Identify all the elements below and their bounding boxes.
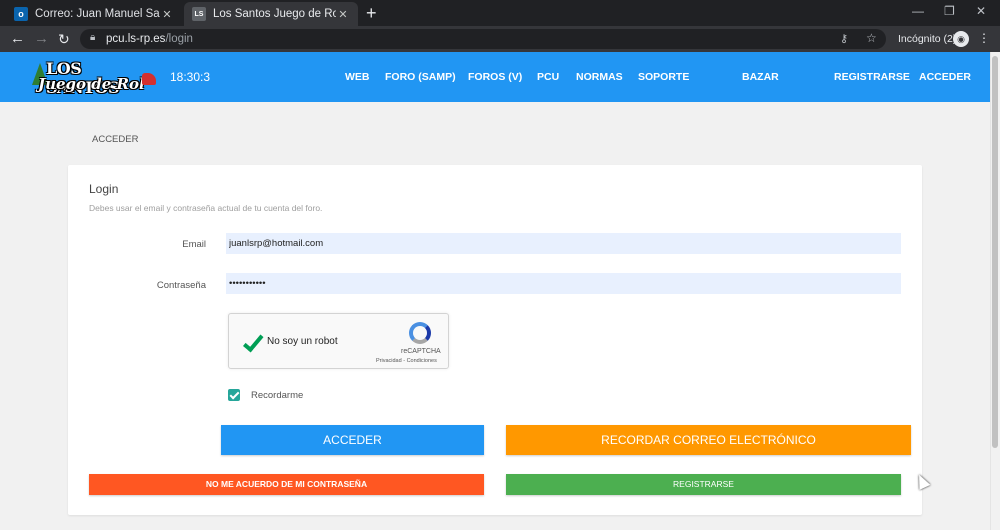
- site-logo[interactable]: LOS SANTOS Juego de Rol: [30, 59, 158, 97]
- nav-normas[interactable]: NORMAS: [576, 71, 623, 83]
- recaptcha-label: No soy un robot: [267, 336, 338, 347]
- password-field[interactable]: [226, 273, 901, 294]
- login-card: [68, 165, 922, 515]
- recaptcha-widget[interactable]: No soy un robot reCAPTCHA Privacidad - C…: [228, 313, 449, 369]
- clock: 18:30:3: [170, 70, 211, 84]
- minimize-icon[interactable]: —: [912, 4, 924, 18]
- back-icon[interactable]: ←: [10, 30, 25, 48]
- remember-checkbox[interactable]: [228, 389, 240, 401]
- close-icon[interactable]: ✕: [336, 8, 350, 21]
- menu-icon[interactable]: ⋮: [978, 31, 990, 45]
- url-path: /login: [165, 33, 193, 45]
- breadcrumb: ACCEDER: [92, 134, 139, 145]
- nav-foro-samp[interactable]: FORO (SAMP): [385, 71, 456, 83]
- incognito-label[interactable]: Incógnito (2): [898, 33, 956, 45]
- incognito-icon[interactable]: ◉: [953, 31, 969, 47]
- tab-correo[interactable]: o Correo: Juan Manuel Santiago Ro ✕: [6, 2, 182, 26]
- key-icon[interactable]: ⚷: [840, 32, 848, 45]
- login-title: Login: [89, 182, 119, 196]
- checkmark-icon[interactable]: [243, 330, 264, 353]
- password-label: Contraseña: [156, 280, 206, 291]
- new-tab-icon[interactable]: +: [366, 4, 377, 22]
- url-host: pcu.ls-rp.es: [106, 33, 166, 45]
- recaptcha-brand: reCAPTCHA: [401, 348, 441, 355]
- restore-icon[interactable]: ❐: [944, 4, 955, 18]
- scrollbar-thumb[interactable]: [992, 56, 998, 448]
- forward-icon[interactable]: →: [34, 30, 49, 48]
- lock-icon: 🔒︎: [90, 32, 96, 43]
- register-button[interactable]: REGISTRARSE: [506, 474, 901, 495]
- close-icon[interactable]: ✕: [160, 8, 174, 21]
- recaptcha-logo-icon: [409, 322, 431, 344]
- santa-hat-icon: [142, 73, 156, 85]
- logo-line2: Juego de Rol: [38, 75, 145, 93]
- site-favicon-icon: LS: [192, 7, 206, 21]
- forgot-password-button[interactable]: NO ME ACUERDO DE MI CONTRASEÑA: [89, 474, 484, 495]
- close-window-icon[interactable]: ✕: [976, 4, 986, 18]
- reload-icon[interactable]: ↻: [58, 30, 70, 48]
- acceder-button[interactable]: ACCEDER: [221, 425, 484, 455]
- nav-soporte[interactable]: SOPORTE: [638, 71, 689, 83]
- nav-bazar[interactable]: BAZAR: [742, 71, 779, 83]
- nav-acceder[interactable]: ACCEDER: [919, 71, 971, 83]
- nav-pcu[interactable]: PCU: [537, 71, 559, 83]
- recaptcha-links[interactable]: Privacidad - Condiciones: [376, 358, 437, 364]
- nav-registrarse[interactable]: REGISTRARSE: [834, 71, 910, 83]
- browser-tab-bar: o Correo: Juan Manuel Santiago Ro ✕ LS L…: [0, 0, 1000, 26]
- site-header: LOS SANTOS Juego de Rol 18:30:3 WEB FORO…: [0, 52, 990, 102]
- tab-title: Correo: Juan Manuel Santiago Ro: [35, 8, 160, 20]
- address-bar[interactable]: 🔒︎ pcu.ls-rp.es/login ⚷ ☆: [80, 29, 886, 49]
- nav-foros-v[interactable]: FOROS (V): [468, 71, 522, 83]
- nav-web[interactable]: WEB: [345, 71, 370, 83]
- email-label: Email: [182, 239, 206, 250]
- star-icon[interactable]: ☆: [866, 31, 877, 45]
- login-subtitle: Debes usar el email y contraseña actual …: [89, 203, 323, 213]
- browser-toolbar: ← → ↻ 🔒︎ pcu.ls-rp.es/login ⚷ ☆ Incógnit…: [0, 26, 1000, 52]
- remember-label[interactable]: Recordarme: [251, 390, 303, 401]
- tab-title: Los Santos Juego de Rol: [213, 8, 336, 20]
- email-field[interactable]: [226, 233, 901, 254]
- outlook-icon: o: [14, 7, 28, 21]
- tab-los-santos[interactable]: LS Los Santos Juego de Rol ✕: [184, 2, 358, 26]
- recordar-correo-button[interactable]: RECORDAR CORREO ELECTRÓNICO: [506, 425, 911, 455]
